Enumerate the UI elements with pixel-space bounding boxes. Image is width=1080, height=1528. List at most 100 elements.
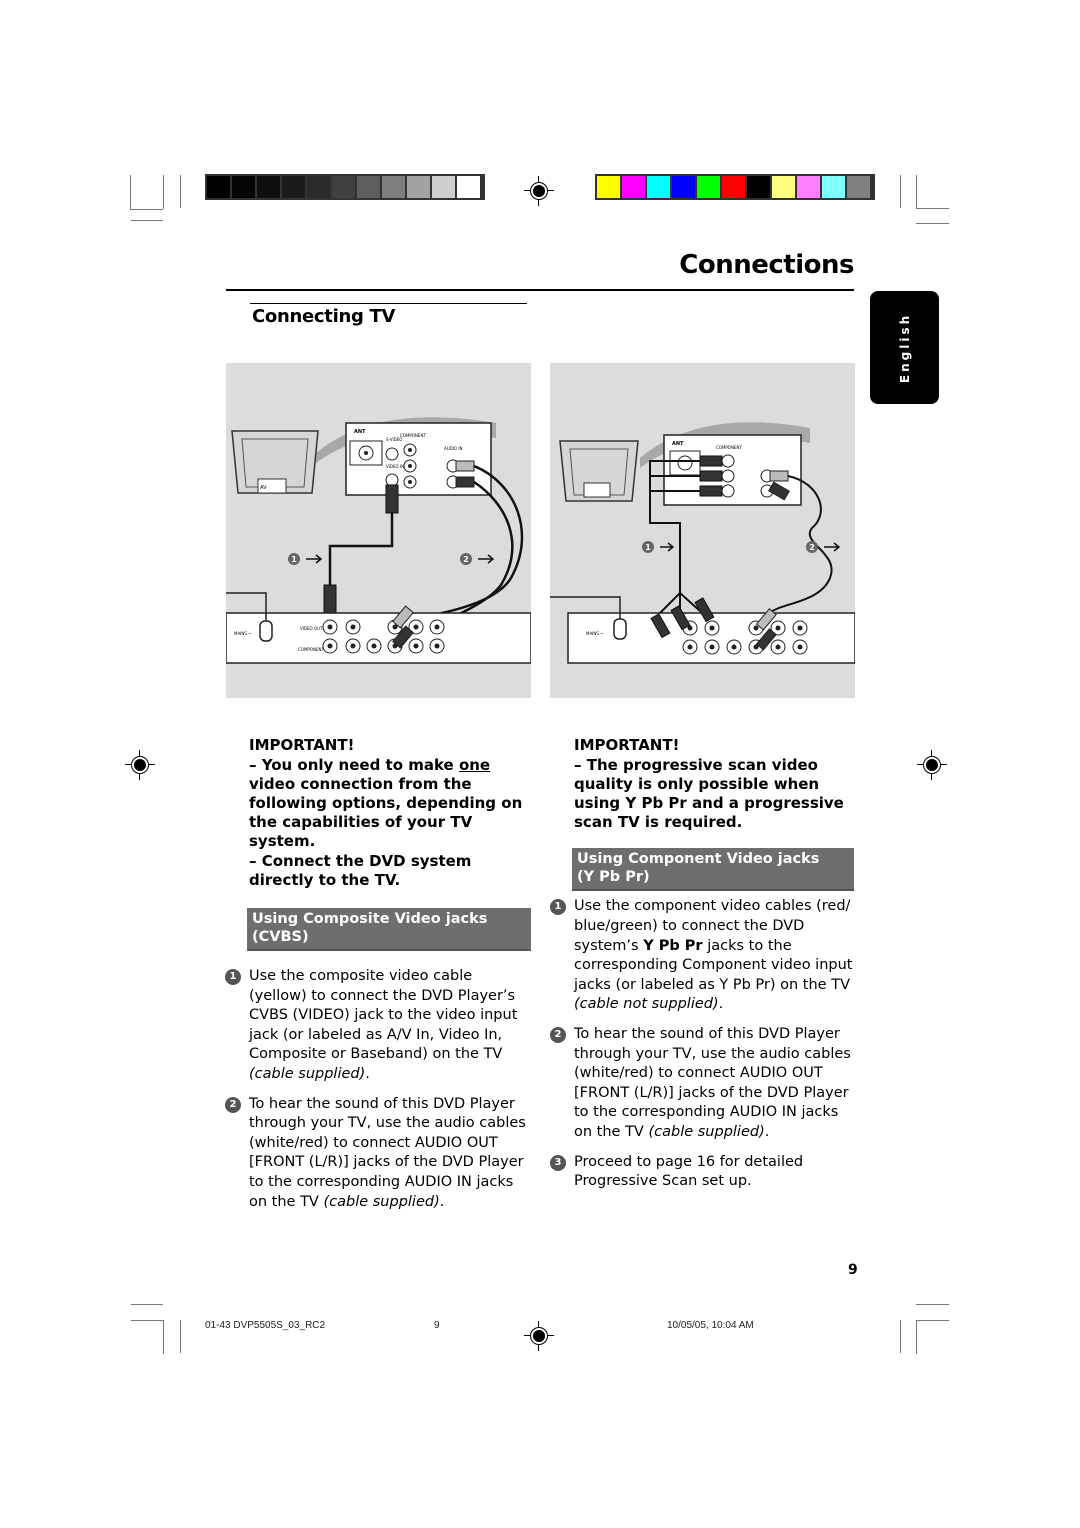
tv-back-icon: [559, 440, 639, 502]
step-2-marker: 2: [463, 555, 469, 564]
note-emphasis: one: [458, 755, 491, 774]
step-number-icon: 1: [225, 969, 241, 986]
footer-file: 01-43 DVP5505S_03_RC2: [205, 1320, 326, 1331]
language-label: English: [897, 312, 912, 383]
gray-swatch: [332, 176, 355, 198]
step-item: 2 To hear the sound of this DVD Player t…: [223, 1095, 531, 1213]
step-text: To hear the sound of this DVD Player thr…: [249, 1095, 526, 1210]
gray-swatch: [407, 176, 430, 198]
gray-swatch: [382, 176, 405, 198]
color-swatch: [747, 176, 770, 198]
left-column: IMPORTANT! – You only need to make one v…: [225, 736, 531, 1222]
step-number-icon: 3: [550, 1154, 566, 1171]
crop-mark: [916, 223, 949, 224]
step-text-end: .: [764, 1123, 770, 1140]
gray-swatch: [232, 176, 255, 198]
crop-mark: [916, 1320, 917, 1354]
step-emphasis: Y Pb Pr: [643, 937, 703, 954]
tv-back-icon: AV: [231, 430, 319, 494]
crop-mark: [900, 175, 901, 208]
svg-text:ANT: ANT: [672, 441, 684, 447]
step-2-marker: 2: [809, 543, 815, 552]
component-connection-diagram: ANT COMPONENT 1 2 MAINS ~: [550, 363, 855, 698]
section-heading-component: Using Component Video jacks (Y Pb Pr): [572, 848, 854, 892]
important-note: – Connect the DVD system directly to the…: [249, 851, 472, 889]
step-text-end: .: [718, 996, 724, 1013]
color-swatch: [722, 176, 745, 198]
crop-mark: [180, 175, 181, 208]
title-rule: [226, 289, 854, 291]
note-text: – You only need to make: [249, 755, 459, 774]
svg-text:VIDEO IN: VIDEO IN: [386, 464, 404, 469]
gray-swatch: [282, 176, 305, 198]
step-1-marker: 1: [645, 543, 651, 552]
page-title: Connections: [679, 250, 854, 280]
svg-text:COMPONENT: COMPONENT: [716, 445, 742, 450]
important-note: – The progressive scan video quality is …: [574, 755, 844, 832]
color-calibration-bar: [595, 174, 875, 200]
important-heading: IMPORTANT!: [249, 736, 355, 754]
registration-mark-icon: [917, 750, 947, 780]
note-text: video connection from the following opti…: [249, 774, 523, 851]
svg-text:MAINS ~: MAINS ~: [586, 631, 604, 636]
crop-mark: [131, 220, 163, 221]
registration-mark-icon: [125, 750, 155, 780]
language-tab: English: [870, 291, 939, 404]
step-note: (cable supplied): [648, 1123, 765, 1140]
svg-text:COMPONENT: COMPONENT: [400, 433, 426, 438]
crop-mark: [916, 175, 917, 209]
crop-mark: [900, 1320, 901, 1353]
crop-mark: [163, 175, 164, 209]
crop-mark: [130, 209, 163, 210]
color-swatch: [647, 176, 670, 198]
svg-text:AUDIO IN: AUDIO IN: [444, 446, 463, 451]
step-item: 3 Proceed to page 16 for detailed Progre…: [548, 1153, 854, 1192]
step-note: (cable supplied): [323, 1193, 440, 1210]
registration-mark-icon: [524, 1321, 554, 1351]
step-text: Use the composite video cable (yellow) t…: [249, 968, 518, 1063]
crop-mark: [131, 1304, 163, 1305]
step-number-icon: 1: [550, 899, 566, 916]
color-swatch: [772, 176, 795, 198]
crop-mark: [180, 1320, 181, 1353]
step-item: 2 To hear the sound of this DVD Player t…: [548, 1025, 854, 1143]
step-1-marker: 1: [291, 555, 297, 564]
section-heading-line: (CVBS): [252, 929, 309, 946]
gray-swatch: [432, 176, 455, 198]
registration-mark-icon: [524, 176, 554, 206]
section-rule: [250, 303, 527, 304]
page-number: 9: [848, 1262, 858, 1278]
crop-mark: [916, 1320, 949, 1321]
step-text: To hear the sound of this DVD Player thr…: [574, 1025, 851, 1140]
color-swatch: [622, 176, 645, 198]
crop-mark: [916, 208, 949, 209]
gray-swatch: [307, 176, 330, 198]
step-item: 1 Use the component video cables (red/ b…: [548, 897, 854, 1015]
section-heading-line: Using Composite Video jacks: [252, 911, 488, 928]
svg-text:ANT: ANT: [354, 429, 366, 435]
section-heading-composite: Using Composite Video jacks (CVBS): [247, 908, 531, 952]
color-swatch: [597, 176, 620, 198]
svg-text:AV: AV: [260, 485, 267, 491]
gray-swatch: [357, 176, 380, 198]
gray-swatch: [207, 176, 230, 198]
svg-text:VIDEO OUT: VIDEO OUT: [300, 626, 323, 631]
step-text-end: .: [439, 1193, 445, 1210]
step-number-icon: 2: [550, 1026, 566, 1043]
color-swatch: [672, 176, 695, 198]
svg-text:MAINS ~: MAINS ~: [234, 631, 252, 636]
crop-mark: [130, 175, 131, 210]
color-swatch: [797, 176, 820, 198]
composite-connection-diagram: AV ANT S-VIDEO VIDEO IN COMPONENT AUDIO …: [226, 363, 531, 698]
step-number-icon: 2: [225, 1096, 241, 1113]
color-swatch: [847, 176, 870, 198]
step-text: Proceed to page 16 for detailed Progress…: [574, 1153, 804, 1190]
right-column: IMPORTANT! – The progressive scan video …: [550, 736, 854, 1202]
step-text-end: .: [365, 1065, 370, 1082]
step-note: (cable supplied): [249, 1065, 366, 1082]
color-swatch: [822, 176, 845, 198]
crop-mark: [131, 1320, 163, 1321]
crop-mark: [916, 1304, 949, 1305]
section-title: Connecting TV: [252, 306, 396, 327]
crop-mark: [163, 1320, 164, 1354]
